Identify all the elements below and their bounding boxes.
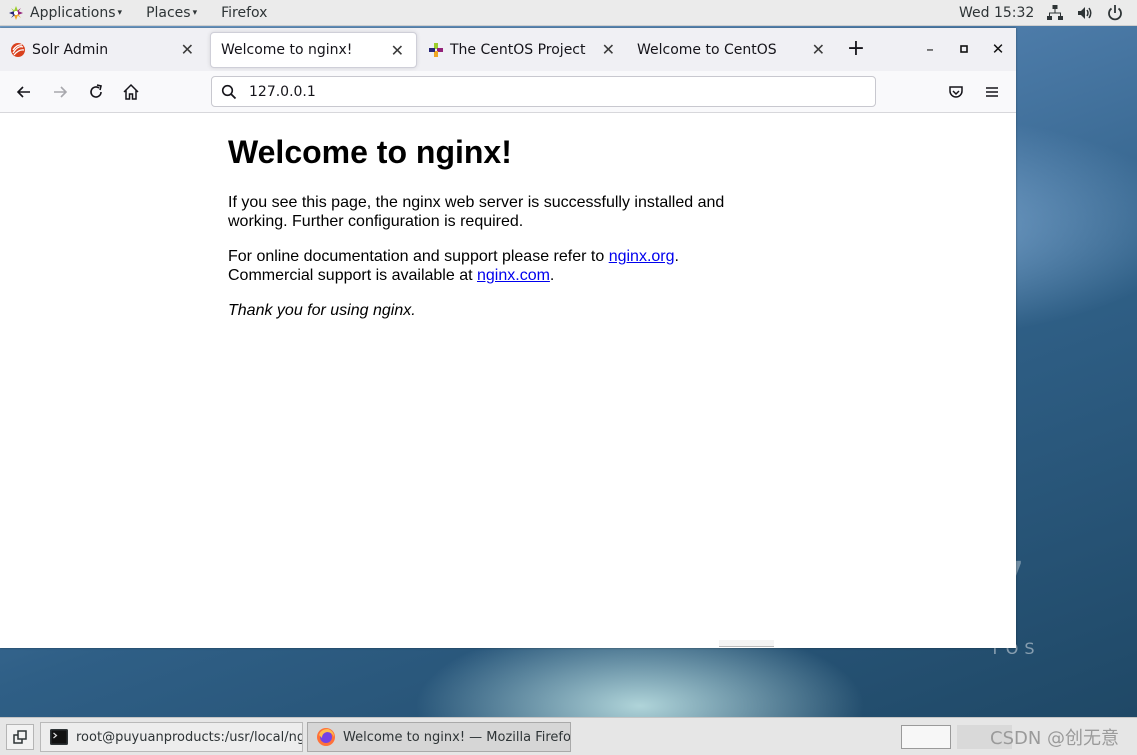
- commercial-punct: .: [549, 267, 555, 284]
- gnome-top-bar: Applications ▾ Places ▾ Firefox Wed 15:3…: [0, 0, 1137, 26]
- volume-icon[interactable]: [1076, 4, 1094, 22]
- applications-icon: [9, 5, 23, 20]
- pocket-icon[interactable]: [946, 82, 966, 102]
- close-tab-icon[interactable]: ✕: [812, 40, 825, 59]
- clock[interactable]: Wed 15:32: [959, 0, 1034, 26]
- tab-centos-project[interactable]: The CentOS Project ✕: [418, 32, 627, 68]
- system-tray[interactable]: [1046, 4, 1124, 22]
- support-text: For online documentation and support ple…: [228, 248, 609, 265]
- taskbar-item-firefox[interactable]: Welcome to nginx! — Mozilla Firefox: [307, 722, 571, 752]
- close-tab-icon[interactable]: ✕: [602, 40, 615, 59]
- close-tab-icon[interactable]: ✕: [391, 41, 404, 60]
- tab-title: The CentOS Project: [450, 42, 586, 58]
- minimize-icon[interactable]: –: [920, 38, 940, 60]
- firefox-window: Solr Admin ✕ Welcome to nginx! ✕ The Cen…: [0, 28, 1016, 648]
- tab-title: Welcome to nginx!: [221, 42, 353, 58]
- reload-icon[interactable]: [86, 82, 106, 102]
- page-title: Welcome to nginx!: [228, 134, 512, 170]
- home-icon[interactable]: [121, 82, 141, 102]
- solr-icon: [11, 43, 25, 57]
- firefox-app-label: Firefox: [221, 4, 268, 21]
- tab-strip: Solr Admin ✕ Welcome to nginx! ✕ The Cen…: [0, 28, 1016, 71]
- new-tab-button[interactable]: +: [846, 37, 866, 61]
- places-menu[interactable]: Places ▾: [134, 0, 209, 26]
- tab-title: Welcome to CentOS: [637, 42, 777, 58]
- commercial-text: Commercial support is available at: [228, 267, 477, 284]
- navigation-toolbar: [0, 71, 1016, 113]
- power-icon[interactable]: [1106, 4, 1124, 22]
- taskbar-item-label: Welcome to nginx! — Mozilla Firefox: [343, 729, 571, 745]
- close-tab-icon[interactable]: ✕: [181, 40, 194, 59]
- url-input[interactable]: [247, 82, 851, 101]
- support-message: For online documentation and support ple…: [228, 247, 748, 285]
- taskbar-item-label: root@puyuanproducts:/usr/local/ngi...: [76, 729, 303, 745]
- back-arrow-icon[interactable]: [14, 82, 34, 102]
- maximize-icon[interactable]: [954, 38, 974, 60]
- csdn-watermark: CSDN @创无意: [990, 728, 1120, 749]
- close-window-icon[interactable]: ✕: [988, 38, 1008, 60]
- window-list-bar: root@puyuanproducts:/usr/local/ngi... We…: [0, 717, 1137, 755]
- maximize-glyph: [960, 45, 968, 53]
- install-message: If you see this page, the nginx web serv…: [228, 194, 725, 230]
- nginx-com-link[interactable]: nginx.com: [477, 267, 550, 284]
- taskbar-item-terminal[interactable]: root@puyuanproducts:/usr/local/ngi...: [40, 722, 303, 752]
- terminal-icon: [50, 729, 68, 745]
- search-icon: [221, 84, 237, 99]
- applications-label: Applications: [30, 4, 116, 21]
- dropdown-arrow-icon: ▾: [117, 7, 123, 18]
- support-punct: .: [674, 248, 679, 265]
- hamburger-menu-icon[interactable]: [982, 82, 1002, 102]
- nginx-org-link[interactable]: nginx.org: [609, 248, 675, 265]
- network-icon[interactable]: [1046, 4, 1064, 22]
- url-bar[interactable]: [211, 76, 876, 107]
- forward-arrow-icon[interactable]: [50, 82, 70, 102]
- show-desktop-icon: [13, 730, 27, 744]
- tab-title: Solr Admin: [32, 42, 109, 58]
- tab-welcome-nginx[interactable]: Welcome to nginx! ✕: [210, 32, 417, 68]
- tab-solr-admin[interactable]: Solr Admin ✕: [0, 32, 206, 68]
- tab-welcome-centos[interactable]: Welcome to CentOS ✕: [627, 32, 837, 68]
- applications-menu[interactable]: Applications ▾: [0, 0, 134, 26]
- places-label: Places: [146, 4, 191, 21]
- window-edge-remnant: [719, 640, 774, 647]
- nginx-welcome-page: Welcome to nginx! If you see this page, …: [228, 113, 748, 320]
- centos-icon: [429, 43, 443, 57]
- thank-you-message: Thank you for using nginx.: [228, 302, 416, 319]
- firefox-icon: [317, 728, 335, 746]
- workspace-1[interactable]: [901, 725, 951, 749]
- firefox-app-menu[interactable]: Firefox: [209, 0, 279, 26]
- dropdown-arrow-icon: ▾: [192, 7, 198, 18]
- show-desktop-button[interactable]: [6, 724, 34, 750]
- page-content: Welcome to nginx! If you see this page, …: [0, 113, 1016, 648]
